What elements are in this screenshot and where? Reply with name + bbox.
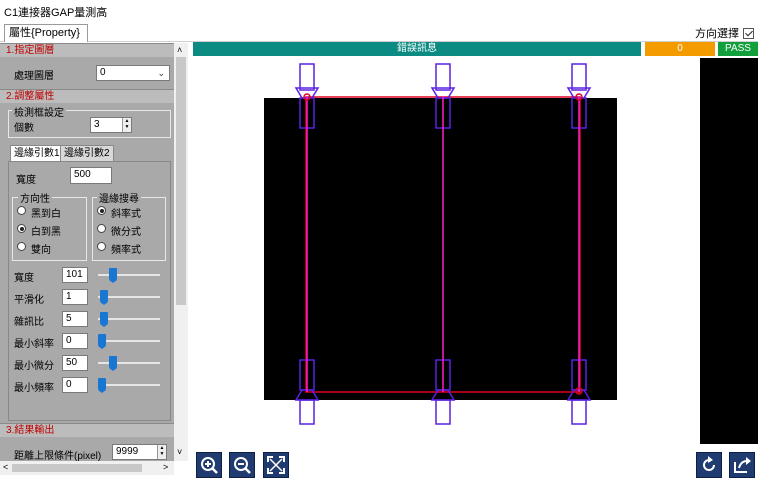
scrollbar-thumb[interactable] [176, 57, 186, 305]
zoom-out-icon [234, 457, 251, 474]
probe-bottom-arrow[interactable] [435, 399, 451, 425]
slider-label: 最小微分 [14, 361, 54, 372]
tab-edge-param-2[interactable]: 邊緣引數2 [60, 145, 114, 161]
count-label: 個數 [14, 123, 34, 134]
tab-strip [0, 22, 758, 42]
zoom-in-button[interactable] [196, 452, 222, 478]
image-canvas[interactable] [193, 58, 698, 446]
zoom-in-icon [201, 457, 218, 474]
radio-bidirectional-label: 雙向 [31, 245, 51, 256]
direction-select[interactable]: 方向選擇 [695, 25, 754, 41]
slider-label: 最小頻率 [14, 383, 54, 394]
export-icon [734, 457, 751, 473]
edge-width-field[interactable]: 500 [70, 167, 112, 184]
panel-horizontal-scrollbar[interactable]: < > [0, 461, 174, 475]
side-preview [700, 58, 758, 444]
probe-top-arrow[interactable] [435, 63, 451, 91]
detect-frame-group-title: 檢測框設定 [12, 104, 66, 119]
scroll-down-icon[interactable]: ˅ [177, 447, 182, 457]
stepper-arrows-icon[interactable]: ▲ ▼ [122, 118, 131, 132]
slider-value-field[interactable]: 5 [62, 311, 88, 327]
slider-value-field[interactable]: 50 [62, 355, 88, 371]
stepper-arrows-icon[interactable]: ▲ ▼ [157, 445, 166, 459]
count-stepper[interactable]: 3 ▲ ▼ [90, 117, 132, 133]
layer-label: 處理圖層 [14, 71, 54, 82]
radio-white-to-black[interactable] [17, 224, 26, 233]
hscroll-thumb[interactable] [12, 464, 142, 472]
property-panel: 1.指定圖層 處理圖層 0 ⌄ 2.調整屬性 檢測框設定 個數 3 ▲ ▼ 邊緣引… [0, 43, 174, 461]
tab-property[interactable]: 屬性{Property} [4, 24, 88, 42]
slider-track[interactable] [98, 340, 160, 342]
direction-group-title: 方向性 [18, 190, 52, 205]
section-specify-layer-title: 1.指定圖層 [0, 43, 174, 57]
slider-value-field[interactable]: 0 [62, 377, 88, 393]
probe-bottom-arrow[interactable] [571, 399, 587, 425]
slider-thumb[interactable] [109, 268, 117, 283]
refresh-icon [703, 456, 715, 471]
tab-edge-param-1[interactable]: 邊緣引數1 [10, 145, 64, 161]
inspection-image [264, 98, 617, 400]
slider-thumb[interactable] [98, 378, 106, 393]
fit-screen-icon [267, 456, 285, 474]
slider-thumb[interactable] [100, 290, 108, 305]
direction-select-checkbox[interactable] [743, 27, 754, 39]
slider-label: 最小斜率 [14, 339, 54, 350]
direction-select-label: 方向選擇 [695, 28, 739, 40]
radio-black-to-white[interactable] [17, 206, 26, 215]
radio-frequency-label: 頻率式 [111, 245, 141, 256]
slider-track[interactable] [98, 274, 160, 276]
radio-black-to-white-label: 黑到白 [31, 209, 61, 220]
layer-dropdown-value: 0 [100, 67, 106, 78]
panel-vertical-scrollbar[interactable]: ˄ ˅ [174, 43, 188, 461]
slider-thumb[interactable] [109, 356, 117, 371]
chevron-down-icon: ⌄ [157, 68, 165, 78]
error-message-bar: 錯誤訊息 [193, 42, 641, 56]
section-adjust-attr-title: 2.調整屬性 [0, 89, 174, 103]
distance-limit-stepper[interactable]: 9999 ▲ ▼ [112, 444, 167, 460]
slider-thumb[interactable] [100, 312, 108, 327]
probe-top-arrow[interactable] [571, 63, 587, 91]
radio-differential[interactable] [97, 224, 106, 233]
distance-limit-value: 9999 [116, 446, 139, 457]
distance-limit-label: 距離上限條件(pixel) [14, 451, 102, 461]
pass-badge: PASS [718, 42, 758, 56]
slider-track[interactable] [98, 384, 160, 386]
slider-label: 雜訊比 [14, 317, 44, 328]
count-value: 3 [94, 119, 100, 130]
radio-differential-label: 微分式 [111, 227, 141, 238]
scroll-right-icon[interactable]: > [163, 462, 168, 472]
window-title: C1連接器GAP量測高 [4, 7, 108, 19]
slider-label: 平滑化 [14, 295, 44, 306]
probe-top-arrow[interactable] [299, 63, 315, 91]
radio-bidirectional[interactable] [17, 242, 26, 251]
radio-slope-label: 斜率式 [111, 209, 141, 220]
probe-bottom-arrow[interactable] [299, 399, 315, 425]
slider-label: 寬度 [14, 273, 34, 284]
slider-value-field[interactable]: 1 [62, 289, 88, 305]
slider-value-field[interactable]: 101 [62, 267, 88, 283]
count-badge: 0 [645, 42, 715, 56]
slider-thumb[interactable] [98, 334, 106, 349]
radio-slope[interactable] [97, 206, 106, 215]
radio-frequency[interactable] [97, 242, 106, 251]
edge-search-group-title: 邊緣搜尋 [97, 190, 141, 205]
zoom-out-button[interactable] [229, 452, 255, 478]
layer-dropdown[interactable]: 0 ⌄ [96, 65, 170, 81]
slider-track[interactable] [98, 362, 160, 364]
slider-value-field[interactable]: 0 [62, 333, 88, 349]
scroll-up-icon[interactable]: ˄ [177, 45, 182, 55]
export-button[interactable] [729, 452, 755, 478]
title-bar [0, 0, 758, 22]
refresh-button[interactable] [696, 452, 722, 478]
fit-screen-button[interactable] [263, 452, 289, 478]
section-result-output-title: 3.結果輸出 [0, 423, 174, 437]
radio-white-to-black-label: 白到黑 [31, 227, 61, 238]
edge-width-label: 寬度 [16, 175, 36, 186]
scroll-left-icon[interactable]: < [3, 462, 8, 472]
